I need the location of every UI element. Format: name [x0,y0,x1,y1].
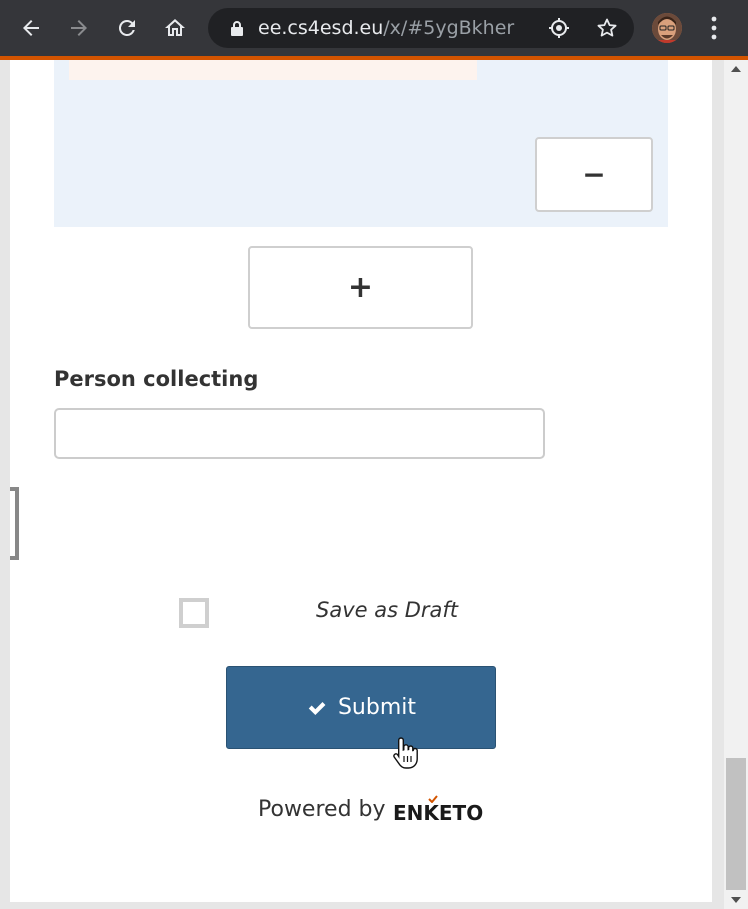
repeat-field-remnant [69,60,477,80]
remove-repeat-button[interactable]: − [535,137,653,212]
hand-pointer-cursor-icon [393,737,418,769]
page-gutter-left [0,60,10,909]
star-icon[interactable] [595,16,619,40]
profile-avatar[interactable] [652,13,682,43]
location-target-icon[interactable] [547,16,571,40]
back-button[interactable] [15,12,47,44]
submit-label: Submit [337,695,417,720]
scroll-up-arrow-icon[interactable] [731,66,741,72]
forward-button[interactable] [63,12,95,44]
address-bar[interactable]: ee.cs4esd.eu/x/#5ygBkher [208,8,634,48]
avatar-face-icon [652,13,682,43]
submit-button[interactable]: Submit [226,666,496,749]
enketo-logo[interactable]: ENKETO [393,801,483,825]
back-arrow-icon [23,20,39,36]
enketo-logo-tick-icon [428,795,438,803]
kebab-menu-icon[interactable] [704,14,724,42]
home-button[interactable] [159,12,191,44]
save-draft-label[interactable]: Save as Draft [316,598,458,622]
browser-toolbar: ee.cs4esd.eu/x/#5ygBkher [0,0,748,56]
url-text: ee.cs4esd.eu/x/#5ygBkher [258,17,514,39]
reload-button[interactable] [111,12,143,44]
vertical-scrollbar[interactable] [724,60,748,909]
url-path: /x/#5ygBkher [383,17,515,39]
powered-by-text: Powered by [258,797,386,822]
url-host: ee.cs4esd.eu [258,17,384,39]
forward-arrow-icon [71,20,87,36]
scrollbar-thumb[interactable] [726,758,746,890]
scroll-down-arrow-icon[interactable] [731,897,741,903]
save-draft-checkbox[interactable] [179,598,209,628]
person-collecting-input[interactable] [54,408,545,459]
home-icon [165,19,185,36]
page-gutter-right [712,60,724,909]
reload-icon [118,19,135,36]
person-collecting-label: Person collecting [54,367,259,391]
add-repeat-button[interactable]: + [248,246,473,329]
check-icon [308,701,326,715]
page-gutter-bottom [0,902,724,909]
lock-icon [231,21,243,36]
side-bracket [10,487,19,560]
